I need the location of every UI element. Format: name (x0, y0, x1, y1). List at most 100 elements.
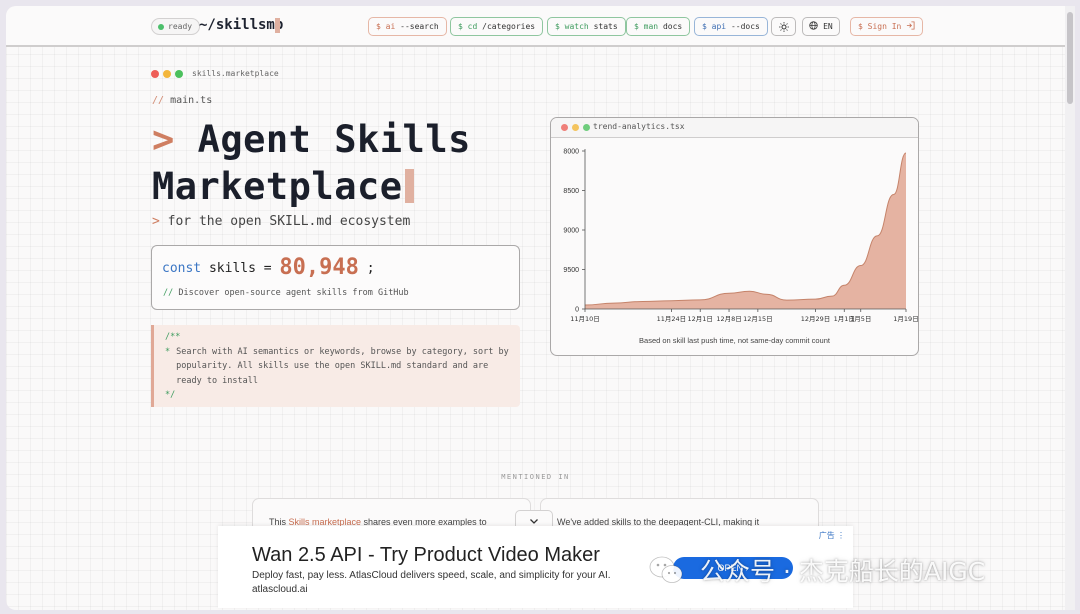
wechat-icon (649, 556, 683, 583)
scrollbar-thumb[interactable] (1067, 12, 1073, 104)
nav-prompt: $ (634, 22, 639, 31)
nav-prompt: $ (376, 22, 381, 31)
ad-description: Deploy fast, pay less. AtlasCloud delive… (252, 570, 611, 581)
nav-arg: --search (400, 22, 439, 31)
more-options-icon[interactable]: ⋮ (837, 531, 845, 540)
skills-count-card: const skills = 80,948 ; // Discover open… (151, 245, 520, 310)
window-close-dot-icon (151, 70, 159, 78)
y-tick-label: 0 (575, 307, 579, 314)
nav-arg: stats (593, 22, 618, 31)
operator: = (263, 261, 272, 276)
nav-api-docs[interactable]: $ api --docs (694, 17, 768, 36)
sign-in-icon (907, 21, 915, 30)
doc-star: * (165, 346, 171, 357)
doc-text: Search with AI semantics or keywords, br… (176, 346, 509, 386)
page-title: > Agent Skills Marketplace (152, 116, 471, 210)
x-tick-label: 12月29日 (801, 315, 831, 323)
nav-prompt: $ (555, 22, 560, 31)
comment-slashes: // (152, 95, 165, 106)
doc-close: */ (165, 390, 176, 400)
nav-ai-search[interactable]: $ ai --search (368, 17, 447, 36)
nav-prompt: $ (458, 22, 463, 31)
browser-viewport: ready ~/skillsmp $ ai --search $ cd /cat… (6, 6, 1065, 610)
page-subtitle: > for the open SKILL.md ecosystem (152, 214, 410, 229)
page-scrollbar[interactable] (1065, 6, 1075, 610)
nav-cmd: man (643, 22, 659, 31)
signin-prompt: $ (858, 22, 863, 31)
y-tick-label: 9000 (563, 228, 579, 235)
cursor-block-icon (275, 18, 280, 33)
x-tick-label: 1月19日 (893, 315, 918, 323)
keyword: const (162, 261, 202, 276)
skills-count-value: 80,948 (279, 255, 359, 280)
status-dot-icon (158, 24, 164, 30)
nav-arg: docs (662, 22, 683, 31)
doc-open: /** (165, 332, 181, 342)
nav-categories[interactable]: $ cd /categories (450, 17, 544, 36)
breadcrumb: skills.marketplace (192, 69, 279, 78)
title-arrow: > (152, 118, 175, 161)
y-tick-label: 9500 (563, 267, 579, 274)
signin-label: Sign In (867, 22, 902, 31)
sun-icon (778, 22, 789, 32)
window-minimize-dot-icon (163, 70, 171, 78)
y-tick-label: 8000 (563, 149, 579, 156)
file-comment: // main.ts (152, 95, 212, 106)
window-maximize-dot-icon (583, 124, 590, 131)
nav-cmd: api (711, 22, 727, 31)
skills-count-line: const skills = 80,948 ; (162, 255, 375, 280)
x-tick-label: 11月10日 (570, 315, 600, 323)
nav-stats[interactable]: $ watch stats (547, 17, 626, 36)
ad-url[interactable]: atlascloud.ai (252, 584, 308, 595)
semicolon: ; (366, 261, 375, 276)
cursor-block-icon (404, 169, 414, 203)
file-name: main.ts (170, 95, 213, 106)
x-tick-label: 1月5日 (850, 315, 871, 323)
window-maximize-dot-icon (175, 70, 183, 78)
x-tick-label: 12月1日 (688, 315, 713, 323)
subtitle-prompt: > (152, 214, 160, 229)
watermark-text: 公众号 · 杰克船长的AIGC (700, 557, 986, 586)
nav-docs[interactable]: $ man docs (626, 17, 691, 36)
title-line-2: Marketplace (152, 165, 403, 208)
language-label: EN (823, 22, 833, 31)
site-logo[interactable]: ~/skillsmp (199, 17, 283, 33)
description-doc-comment: /** * Search with AI semantics or keywor… (151, 325, 520, 407)
globe-icon (809, 21, 818, 30)
doc-body: * Search with AI semantics or keywords, … (165, 345, 512, 389)
ad-label: 广告 ⋮ (819, 530, 845, 541)
comment-text: Discover open-source agent skills from G… (178, 288, 409, 298)
site-header: ready ~/skillsmp $ ai --search $ cd /cat… (6, 6, 1065, 47)
trend-chart-card: trend-analytics.tsx 0 9500 9000 8500 8000 11月… (550, 117, 919, 356)
variable-name: skills (208, 261, 256, 276)
subtitle-text: for the open SKILL.md ecosystem (167, 214, 411, 229)
status-badge: ready (151, 18, 201, 35)
title-line-1: Agent Skills (197, 118, 471, 161)
nav-arg: /categories (482, 22, 536, 31)
nav-prompt: $ (702, 22, 707, 31)
nav-cmd: ai (385, 22, 396, 31)
ad-label-text: 广告 (818, 531, 835, 540)
skills-count-comment: // Discover open-source agent skills fro… (163, 288, 409, 298)
x-tick-label: 12月8日 (716, 315, 741, 323)
chart-filename: trend-analytics.tsx (593, 122, 685, 131)
chart-area (585, 152, 906, 309)
x-tick-label: 12月15日 (743, 315, 773, 323)
window-minimize-dot-icon (572, 124, 579, 131)
x-tick-label: 11月24日 (657, 315, 687, 323)
nav-cmd: watch (564, 22, 589, 31)
theme-toggle-button[interactable] (771, 17, 796, 36)
mentioned-in-label: MENTIONED IN (501, 473, 570, 481)
window-close-dot-icon (561, 124, 568, 131)
chart-titlebar: trend-analytics.tsx (551, 118, 918, 138)
trend-chart: 0950090008500800011月10日 11月24日 12月1日 12月8日 1… (563, 149, 918, 324)
nav-cmd: cd (467, 22, 478, 31)
ad-title[interactable]: Wan 2.5 API - Try Product Video Maker (252, 544, 600, 567)
language-button[interactable]: EN (802, 17, 840, 36)
nav-arg: --docs (730, 22, 760, 31)
sign-in-button[interactable]: $ Sign In (850, 17, 924, 36)
status-label: ready (168, 22, 193, 31)
chart-caption: Based on skill last push time, not same-… (639, 336, 830, 345)
watermark: 公众号 · 杰克船长的AIGC (648, 553, 985, 587)
y-tick-label: 8500 (563, 188, 579, 195)
